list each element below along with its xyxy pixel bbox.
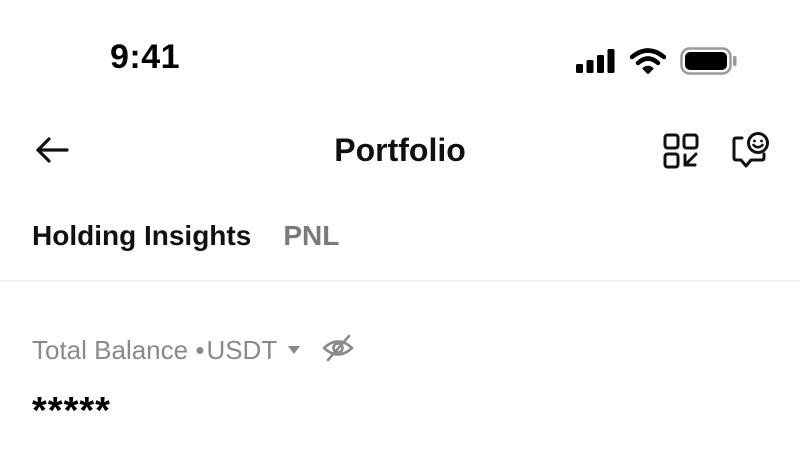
divider bbox=[0, 280, 800, 281]
header-actions bbox=[660, 131, 772, 175]
currency-select[interactable]: USDT bbox=[206, 335, 301, 366]
smiley-chat-icon bbox=[732, 131, 770, 175]
status-icons bbox=[576, 44, 738, 78]
caret-down-icon bbox=[287, 345, 301, 355]
tab-holding-insights[interactable]: Holding Insights bbox=[32, 220, 251, 252]
portfolio-screen: 9:41 Portfolio Holding Insights PNL Tota… bbox=[0, 0, 800, 450]
support-chat-button[interactable] bbox=[730, 131, 772, 175]
balance-visibility-toggle[interactable] bbox=[321, 333, 355, 367]
status-time: 9:41 bbox=[110, 38, 181, 76]
eye-off-icon bbox=[322, 334, 354, 367]
total-balance-label: Total Balance • bbox=[32, 334, 205, 365]
balance-row: Total Balance • USDT bbox=[32, 332, 355, 368]
tab-pnl[interactable]: PNL bbox=[283, 220, 339, 252]
tabs: Holding Insights PNL bbox=[32, 214, 339, 258]
total-balance-value: ***** bbox=[32, 390, 111, 432]
status-bar: 9:41 bbox=[0, 0, 800, 110]
currency-value: USDT bbox=[206, 334, 278, 365]
battery-icon bbox=[680, 47, 738, 75]
qr-code-icon bbox=[663, 133, 699, 174]
nav-header: Portfolio bbox=[0, 120, 800, 184]
cellular-signal-icon bbox=[576, 49, 616, 73]
qr-scan-button[interactable] bbox=[660, 132, 702, 174]
wifi-icon bbox=[630, 48, 666, 74]
